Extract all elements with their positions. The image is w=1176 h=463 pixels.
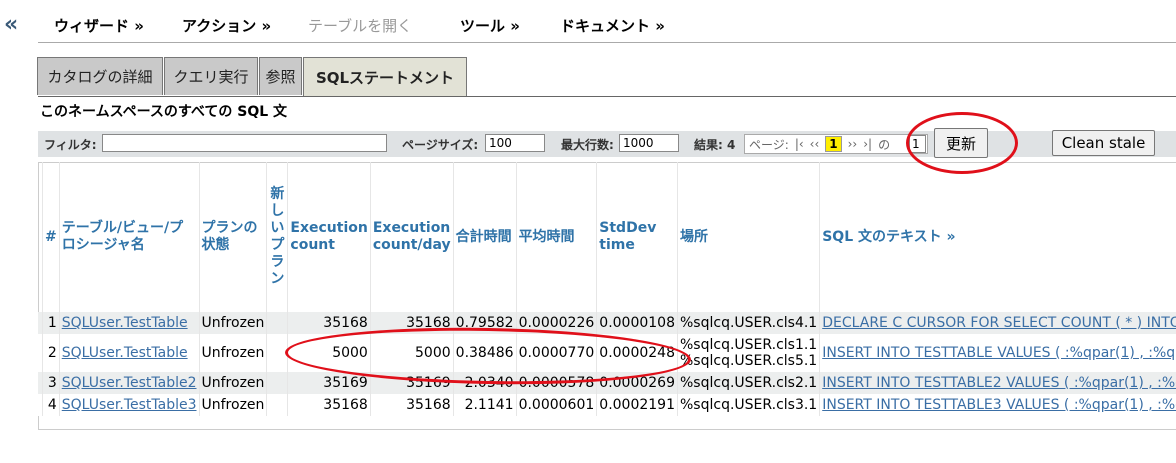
row-num: 3 [42, 372, 60, 394]
menu-action[interactable]: アクション » [182, 15, 271, 36]
page-subtitle: このネームスペースのすべての SQL 文 [40, 104, 288, 120]
pager-next-icon[interactable]: ›› [848, 137, 858, 151]
row-plan-state: Unfrozen [199, 334, 268, 372]
menu-tools[interactable]: ツール » [460, 15, 520, 36]
row-total-time: 2.0340 [453, 372, 517, 394]
filter-label: フィルタ: [44, 138, 97, 152]
row-name-link[interactable]: SQLUser.TestTable [59, 334, 200, 372]
filter-input[interactable] [102, 134, 387, 152]
pager-prev-icon[interactable]: ‹‹ [810, 137, 820, 151]
max-rows-label: 最大行数: [561, 138, 614, 152]
row-sql-link[interactable]: DECLARE C CURSOR FOR SELECT COUNT ( * ) … [819, 312, 1176, 334]
row-location: %sqlcq.USER.cls4.1 [677, 312, 821, 334]
tab-query-execution[interactable]: クエリ実行 [164, 57, 258, 95]
row-location: %sqlcq.USER.cls1.1 %sqlcq.USER.cls5.1 [677, 334, 821, 372]
row-stddev: 0.0000108 [596, 312, 678, 334]
table-row: 1 SQLUser.TestTable Unfrozen 35168 35168… [38, 312, 1176, 334]
row-exec-per-day: 35168 [370, 312, 454, 334]
header-stddev[interactable]: StdDev time [596, 162, 678, 312]
row-total-time: 2.1141 [453, 394, 517, 416]
row-plan-state: Unfrozen [199, 372, 268, 394]
menu-open-table: テーブルを開く [308, 17, 413, 35]
row-location-line: %sqlcq.USER.cls5.1 [680, 353, 818, 369]
header-name[interactable]: テーブル/ビュー/プロシージャ名 [59, 162, 200, 312]
row-new-plan [266, 312, 289, 334]
page-size-input[interactable] [485, 134, 545, 152]
header-exec-count[interactable]: Execution count [287, 162, 371, 312]
row-exec-per-day: 35169 [370, 372, 454, 394]
row-location: %sqlcq.USER.cls2.1 [677, 372, 821, 394]
row-avg-time: 0.0000601 [516, 394, 598, 416]
pager-last-icon[interactable]: ›| [863, 137, 872, 151]
pager: ページ: |‹ ‹‹ 1 ›› ›| の [744, 134, 928, 154]
row-stddev: 0.0002191 [596, 394, 678, 416]
row-sql-link[interactable]: INSERT INTO TESTTABLE3 VALUES ( :%qpar(1… [819, 394, 1176, 416]
row-exec-count: 5000 [287, 334, 371, 372]
row-stddev: 0.0000248 [596, 334, 678, 372]
header-exec-per-day[interactable]: Execution count/day [370, 162, 454, 312]
header-location[interactable]: 場所 [677, 162, 821, 312]
back-icon[interactable]: « [4, 12, 18, 37]
refresh-button[interactable]: 更新 [934, 128, 988, 158]
header-sql-text[interactable]: SQL 文のテキスト » [819, 162, 1176, 312]
row-new-plan [266, 394, 289, 416]
row-exec-count: 35168 [287, 312, 371, 334]
menu-wizard[interactable]: ウィザード » [54, 15, 144, 36]
row-name-link[interactable]: SQLUser.TestTable3 [59, 394, 200, 416]
tab-divider [38, 96, 1176, 97]
header-total-time[interactable]: 合計時間 [453, 162, 517, 312]
row-num: 2 [42, 334, 60, 372]
max-rows-input[interactable] [619, 134, 679, 152]
pager-first-icon[interactable]: |‹ [795, 137, 804, 151]
row-new-plan [266, 372, 289, 394]
row-exec-per-day: 5000 [370, 334, 454, 372]
pager-page-input[interactable] [909, 135, 926, 153]
table-header-row: # テーブル/ビュー/プロシージャ名 プランの状態 新しいプラン Executi… [38, 162, 1176, 312]
row-total-time: 0.79582 [453, 312, 517, 334]
row-location-line: %sqlcq.USER.cls1.1 [680, 337, 818, 353]
sql-statements-table: # テーブル/ビュー/プロシージャ名 プランの状態 新しいプラン Executi… [38, 162, 1176, 416]
row-avg-time: 0.0000770 [516, 334, 598, 372]
header-plan-state[interactable]: プランの状態 [199, 162, 268, 312]
row-num: 1 [42, 312, 60, 334]
results-count: 結果: 4 [694, 138, 736, 152]
row-plan-state: Unfrozen [199, 312, 268, 334]
row-new-plan [266, 334, 289, 372]
table-row: 3 SQLUser.TestTable2 Unfrozen 35169 3516… [38, 372, 1176, 394]
nav-divider [38, 42, 1176, 43]
row-avg-time: 0.0000226 [516, 312, 598, 334]
row-name-link[interactable]: SQLUser.TestTable [59, 312, 200, 334]
row-num: 4 [42, 394, 60, 416]
page-size-label: ページサイズ: [402, 138, 479, 152]
pager-current-page: 1 [825, 136, 842, 152]
table-row: 2 SQLUser.TestTable Unfrozen 5000 5000 0… [38, 334, 1176, 372]
tab-sql-statements[interactable]: SQLステートメント [303, 57, 467, 97]
menu-documents[interactable]: ドキュメント » [560, 15, 665, 36]
header-new-plan[interactable]: 新しいプラン [266, 162, 289, 312]
row-name-link[interactable]: SQLUser.TestTable2 [59, 372, 200, 394]
row-sql-link[interactable]: INSERT INTO TESTTABLE VALUES ( :%qpar(1)… [819, 334, 1176, 372]
row-exec-per-day: 35168 [370, 394, 454, 416]
tab-browse[interactable]: 参照 [259, 57, 302, 95]
row-stddev: 0.0000269 [596, 372, 678, 394]
row-avg-time: 0.0000578 [516, 372, 598, 394]
tab-catalog-details[interactable]: カタログの詳細 [37, 57, 163, 95]
header-num[interactable]: # [42, 162, 60, 312]
row-sql-link[interactable]: INSERT INTO TESTTABLE2 VALUES ( :%qpar(1… [819, 372, 1176, 394]
pager-label: ページ: [749, 137, 789, 152]
table-row: 4 SQLUser.TestTable3 Unfrozen 35168 3516… [38, 394, 1176, 416]
row-exec-count: 35168 [287, 394, 371, 416]
row-exec-count: 35169 [287, 372, 371, 394]
row-total-time: 0.38486 [453, 334, 517, 372]
row-plan-state: Unfrozen [199, 394, 268, 416]
clean-stale-button[interactable]: Clean stale [1052, 130, 1155, 156]
header-avg-time[interactable]: 平均時間 [516, 162, 598, 312]
row-location: %sqlcq.USER.cls3.1 [677, 394, 821, 416]
pager-of-label: の [878, 137, 891, 152]
